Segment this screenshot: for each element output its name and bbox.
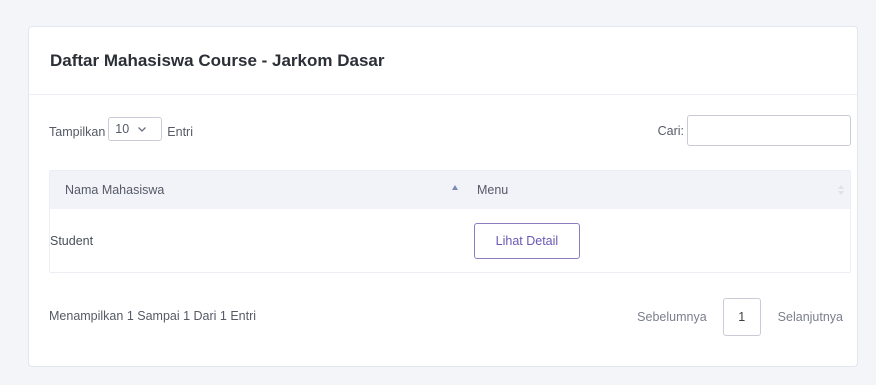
student-list-card: Daftar Mahasiswa Course - Jarkom Dasar T… xyxy=(28,26,858,367)
pagination-previous[interactable]: Sebelumnya xyxy=(637,310,707,324)
column-header-menu[interactable]: Menu xyxy=(472,171,850,209)
entries-info: Menampilkan 1 Sampai 1 Dari 1 Entri xyxy=(49,309,257,323)
card-header: Daftar Mahasiswa Course - Jarkom Dasar xyxy=(29,27,857,95)
chevron-down-icon xyxy=(138,127,147,132)
entries-length-value: 10 xyxy=(115,122,130,136)
entries-length-suffix: Entri xyxy=(167,124,193,139)
sort-asc-icon xyxy=(451,185,458,190)
column-header-label: Menu xyxy=(476,183,509,197)
pagination-page-1[interactable]: 1 xyxy=(722,298,761,336)
view-detail-button[interactable]: Lihat Detail xyxy=(473,222,580,259)
column-header-label: Nama Mahasiswa xyxy=(65,183,165,197)
entries-length-prefix: Tampilkan xyxy=(49,124,106,139)
table-toolbar: Tampilkan 10 Entri Cari: xyxy=(49,115,851,147)
search-input[interactable] xyxy=(687,115,851,146)
column-header-name[interactable]: Nama Mahasiswa xyxy=(50,171,472,209)
students-table: Nama Mahasiswa Menu Student Lihat Detail xyxy=(49,170,851,273)
entries-length-select[interactable]: 10 xyxy=(108,117,163,141)
entries-length-control: Tampilkan 10 Entri xyxy=(49,117,193,141)
table-header: Nama Mahasiswa Menu xyxy=(50,171,850,209)
search-label: Cari: xyxy=(657,123,684,138)
card-title: Daftar Mahasiswa Course - Jarkom Dasar xyxy=(50,51,385,70)
student-name-cell: Student xyxy=(50,233,94,248)
menu-cell: Lihat Detail xyxy=(472,222,850,259)
search-control: Cari: xyxy=(658,115,851,146)
sort-both-icon xyxy=(838,185,844,195)
table-footer: Menampilkan 1 Sampai 1 Dari 1 Entri Sebe… xyxy=(49,295,851,339)
table-row: Student Lihat Detail xyxy=(50,209,850,272)
pagination: Sebelumnya 1 Selanjutnya xyxy=(637,295,851,339)
pagination-next[interactable]: Selanjutnya xyxy=(778,310,843,324)
